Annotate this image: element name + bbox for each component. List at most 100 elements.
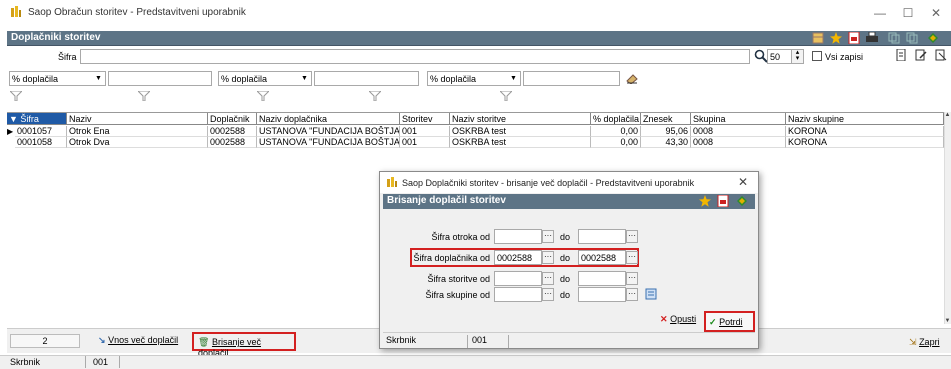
sifra-input[interactable] xyxy=(80,49,750,64)
filter-select-1[interactable]: % doplačila ▼ xyxy=(9,71,106,86)
chevron-down-icon: ▼ xyxy=(301,75,308,82)
sifra-skupine-from-lookup[interactable]: ··· xyxy=(542,288,554,301)
sifra-doplacnika-from-lookup[interactable]: ··· xyxy=(542,251,554,264)
brisanje-vec-doplacil-button[interactable]: 🗑 Brisanje več doplačil xyxy=(192,332,296,358)
sifra-storitve-from-lookup[interactable]: ··· xyxy=(542,272,554,285)
book-icon[interactable] xyxy=(736,195,748,207)
funnel-icon[interactable] xyxy=(136,90,152,102)
dialog-footer-divider xyxy=(383,332,755,333)
dialog-header-title: Brisanje doplačil storitev xyxy=(387,195,506,206)
filter-input-3[interactable] xyxy=(523,71,620,86)
funnel-icon[interactable] xyxy=(8,90,24,102)
window-title: Saop Obračun storitev - Predstavitveni u… xyxy=(28,7,246,18)
status-field-label: Skrbnik xyxy=(7,356,86,368)
filter-select-2[interactable]: % doplačila ▼ xyxy=(218,71,312,86)
exit-icon: ⇲ xyxy=(909,337,917,347)
column-header-naziv-skupine[interactable]: Naziv skupine xyxy=(786,113,944,125)
star-icon[interactable] xyxy=(699,195,711,207)
sifra-storitve-to-lookup[interactable]: ··· xyxy=(626,272,638,285)
copy-alt-icon[interactable] xyxy=(906,32,919,44)
funnel-icon[interactable] xyxy=(498,90,514,102)
vsi-zapisi-checkbox[interactable] xyxy=(812,51,822,61)
sifra-doplacnika-to-input[interactable]: 0002588 xyxy=(578,250,626,265)
pdf-icon[interactable] xyxy=(848,31,861,45)
close-button[interactable]: ✕ xyxy=(926,6,946,20)
copy-icon[interactable] xyxy=(888,32,901,44)
scroll-up-icon[interactable]: ▲ xyxy=(944,112,951,122)
funnel-icon[interactable] xyxy=(255,90,271,102)
table-row[interactable]: 0001058 Otrok Dva 0002588 USTANOVA "FUND… xyxy=(7,137,944,148)
table-row[interactable]: 0001057 Otrok Ena 0002588 USTANOVA "FUND… xyxy=(7,126,944,137)
cell-storitev: 001 xyxy=(400,137,450,148)
search-icon[interactable] xyxy=(754,49,768,63)
cell-naziv: Otrok Ena xyxy=(67,126,208,137)
column-header-znesek[interactable]: Znesek xyxy=(641,113,691,125)
filter-select-3-value: % doplačila xyxy=(430,74,477,84)
sifra-otroka-from-lookup[interactable]: ··· xyxy=(542,230,554,243)
filter-input-1[interactable] xyxy=(108,71,212,86)
pdf-icon[interactable] xyxy=(717,194,729,208)
sifra-doplacnika-from-input[interactable]: 0002588 xyxy=(494,250,542,265)
maximize-button[interactable]: ☐ xyxy=(898,6,918,20)
title-bar: Saop Obračun storitev - Predstavitveni u… xyxy=(0,0,951,29)
sifra-storitve-from-input[interactable] xyxy=(494,271,542,286)
filter-select-1-value: % doplačila xyxy=(12,74,59,84)
trash-icon: 🗑 xyxy=(198,337,210,347)
sifra-label: Šifra xyxy=(58,52,77,62)
sifra-skupine-from-input[interactable] xyxy=(494,287,542,302)
calculator-icon[interactable] xyxy=(645,288,657,300)
sifra-storitve-label: Šifra storitve od xyxy=(427,274,490,284)
record-limit-input[interactable]: 50 xyxy=(767,49,792,64)
dialog-status-field-value: 001 xyxy=(469,335,509,348)
record-limit-spinner[interactable]: ▴ ▾ xyxy=(791,49,804,64)
do-label: do xyxy=(560,232,571,242)
do-label: do xyxy=(560,253,571,263)
dialog-close-button[interactable]: ✕ xyxy=(738,175,748,189)
minimize-button[interactable]: — xyxy=(870,6,890,20)
form-title: Doplačniki storitev xyxy=(11,32,101,43)
cell-naziv-skupine: KORONA xyxy=(786,137,944,148)
scroll-down-icon[interactable]: ▼ xyxy=(944,318,951,328)
opusti-label: Opusti xyxy=(670,314,697,324)
filter-select-3[interactable]: % doplačila ▼ xyxy=(427,71,521,86)
print-icon[interactable] xyxy=(866,31,879,44)
column-header-naziv-storitve[interactable]: Naziv storitve xyxy=(450,113,591,125)
column-header-doplacnik[interactable]: Doplačnik xyxy=(208,113,257,125)
funnel-icon[interactable] xyxy=(367,90,383,102)
opusti-button[interactable]: ✕ Opusti xyxy=(660,314,696,325)
column-header-storitev[interactable]: Storitev xyxy=(400,113,450,125)
column-header-naziv[interactable]: Naziv xyxy=(67,113,208,125)
sifra-otroka-to-input[interactable] xyxy=(578,229,626,244)
status-bar xyxy=(0,355,951,369)
zapri-button[interactable]: ⇲ Zapri xyxy=(909,337,940,348)
book-icon[interactable] xyxy=(927,32,940,44)
sifra-skupine-to-input[interactable] xyxy=(578,287,626,302)
sifra-storitve-to-input[interactable] xyxy=(578,271,626,286)
document-icon[interactable] xyxy=(895,48,908,62)
sifra-otroka-to-lookup[interactable]: ··· xyxy=(626,230,638,243)
zapri-label: Zapri xyxy=(919,337,940,347)
filter-input-2[interactable] xyxy=(314,71,419,86)
sifra-otroka-from-input[interactable] xyxy=(494,229,542,244)
delete-document-icon[interactable] xyxy=(935,49,948,62)
sifra-doplacnika-to-lookup[interactable]: ··· xyxy=(626,251,638,264)
column-header-sifra[interactable]: ▼ Šifra xyxy=(7,113,67,125)
star-icon[interactable] xyxy=(830,32,843,44)
grid-icon[interactable] xyxy=(812,32,825,44)
potrdi-button[interactable]: ✓ Potrdi xyxy=(704,311,755,332)
column-header-skupina[interactable]: Skupina xyxy=(691,113,786,125)
column-header-naziv-doplacnika[interactable]: Naziv doplačnika xyxy=(257,113,400,125)
sifra-skupine-to-lookup[interactable]: ··· xyxy=(626,288,638,301)
vertical-scrollbar[interactable] xyxy=(944,112,951,324)
eraser-icon[interactable] xyxy=(625,73,639,85)
vnos-vec-doplacil-button[interactable]: ↘ Vnos več doplačil xyxy=(98,335,178,346)
edit-document-icon[interactable] xyxy=(915,49,928,62)
potrdi-label: Potrdi xyxy=(719,317,743,327)
cell-odstotek: 0,00 xyxy=(591,137,641,148)
dialog-status-field-label: Skrbnik xyxy=(383,335,468,348)
sifra-otroka-label: Šifra otroka od xyxy=(431,232,490,242)
cell-znesek: 43,30 xyxy=(641,137,691,148)
column-header-odstotek[interactable]: % doplačila xyxy=(591,113,641,125)
dialog-header: Brisanje doplačil storitev xyxy=(383,194,755,209)
chevron-down-icon: ▼ xyxy=(510,75,517,82)
